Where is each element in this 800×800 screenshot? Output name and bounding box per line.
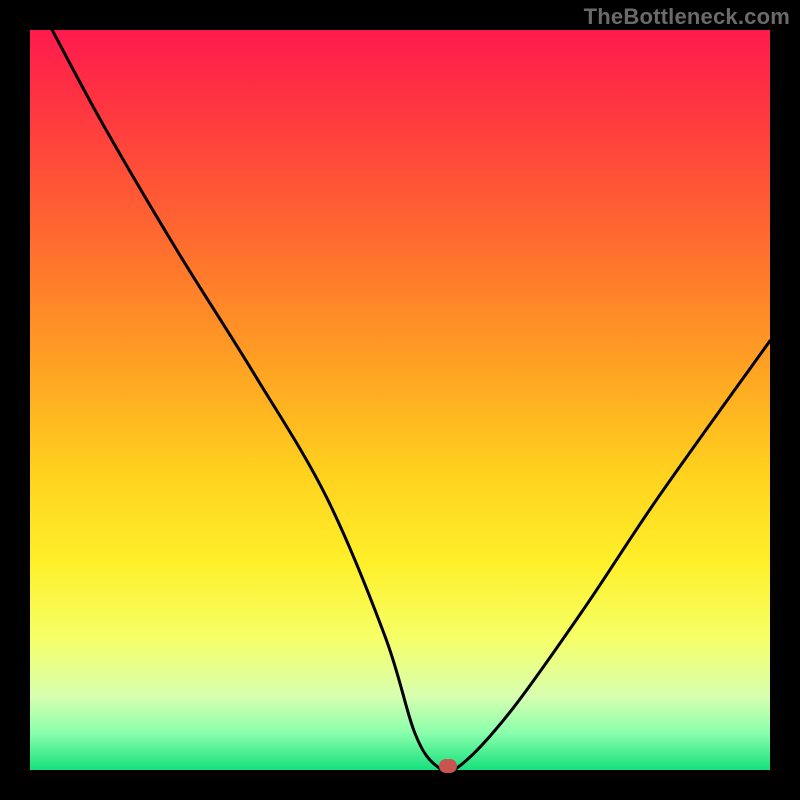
watermark-text: TheBottleneck.com — [584, 4, 790, 30]
chart-frame: TheBottleneck.com — [0, 0, 800, 800]
optimal-point-marker — [439, 759, 457, 773]
bottleneck-curve — [30, 30, 770, 770]
plot-area — [30, 30, 770, 770]
